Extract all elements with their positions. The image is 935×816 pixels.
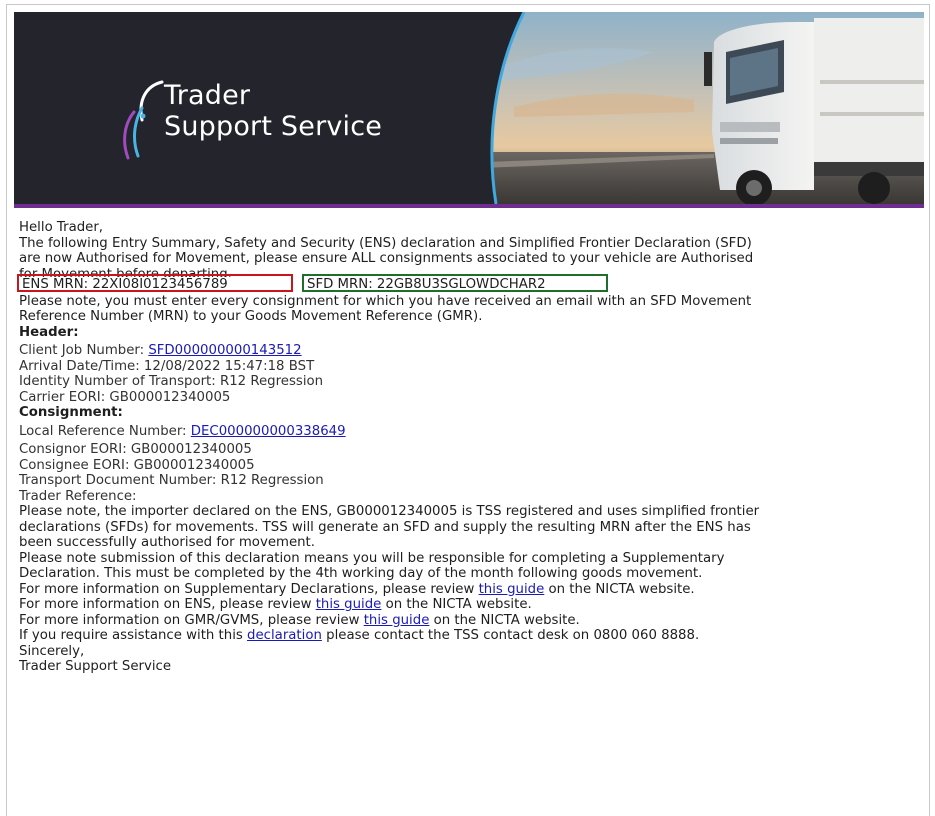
importer-line-2: declarations (SFDs) for movements. TSS w…: [19, 519, 751, 535]
mrn-row: ENS MRN: 22XI08I0123456789 SFD MRN: 22GB…: [17, 273, 934, 294]
gmr-guide-link[interactable]: this guide: [364, 613, 430, 628]
logo-line2: Support Service: [164, 111, 383, 142]
client-job-link[interactable]: SFD000000000143512: [148, 343, 301, 358]
submission-line-2: Declaration. This must be completed by t…: [19, 566, 703, 581]
ens-guide-link[interactable]: this guide: [316, 597, 382, 612]
tss-logo-text: Trader Support Service: [164, 80, 382, 142]
gmr-guide-line: For more information on GMR/GVMS, please…: [19, 613, 934, 629]
consignment-heading: Consignment:: [19, 405, 123, 420]
consignor-eori: Consignor EORI: GB000012340005: [19, 442, 252, 457]
transport-document-number: Transport Document Number: R12 Regressio…: [19, 473, 324, 488]
consignee-eori: Consignee EORI: GB000012340005: [19, 457, 255, 473]
assistance-line: If you require assistance with this decl…: [19, 628, 934, 644]
client-job-number: Client Job Number: SFD000000000143512: [19, 343, 934, 359]
trader-reference: Trader Reference:: [19, 488, 137, 504]
arrival-datetime: Arrival Date/Time: 12/08/2022 15:47:18 B…: [19, 358, 315, 374]
tss-logo-icon: [123, 80, 164, 160]
logo-line1: Trader: [164, 80, 251, 111]
ens-mrn-highlight: ENS MRN: 22XI08I0123456789: [17, 273, 293, 292]
greeting: Hello Trader,: [19, 220, 104, 235]
purple-divider: [14, 204, 924, 208]
ens-guide-line: For more information on ENS, please revi…: [19, 597, 934, 613]
signoff: Sincerely,: [19, 643, 85, 659]
gmr-post-text: on the NICTA website.: [429, 612, 580, 628]
identity-transport: Identity Number of Transport: R12 Regres…: [19, 374, 324, 389]
header-heading: Header:: [19, 324, 79, 340]
assist-post-text: please contact the TSS contact desk on 0…: [321, 628, 700, 643]
lrn-link[interactable]: DEC000000000338649: [191, 424, 346, 439]
supplementary-guide-link[interactable]: this guide: [479, 582, 545, 597]
note-line-1: Please note, you must enter every consig…: [19, 293, 752, 309]
supp-post-text: on the NICTA website.: [544, 581, 695, 597]
local-reference-number: Local Reference Number: DEC0000000003386…: [19, 424, 934, 440]
lrn-label: Local Reference Number:: [19, 423, 191, 439]
carrier-eori: Carrier EORI: GB000012340005: [19, 389, 231, 405]
supp-pre-text: For more information on Supplementary De…: [19, 581, 479, 597]
note-line-2: Reference Number (MRN) to your Goods Mov…: [19, 309, 483, 324]
importer-line-3: been successfully authorised for movemen…: [19, 535, 315, 550]
supplementary-guide-line: For more information on Supplementary De…: [19, 582, 934, 598]
ens-pre-text: For more information on ENS, please revi…: [19, 597, 316, 612]
sfd-mrn-highlight: SFD MRN: 22GB8U3SGLOWDCHAR2: [302, 273, 608, 292]
intro-line-1: The following Entry Summary, Safety and …: [19, 235, 752, 251]
client-job-label: Client Job Number:: [19, 343, 149, 358]
email-body: Hello Trader, The following Entry Summar…: [17, 220, 934, 675]
submission-line-1: Please note submission of this declarati…: [19, 550, 725, 566]
ens-post-text: on the NICTA website.: [381, 597, 532, 612]
gmr-pre-text: For more information on GMR/GVMS, please…: [19, 612, 364, 628]
assist-pre-text: If you require assistance with this: [19, 628, 248, 643]
signature: Trader Support Service: [19, 659, 172, 674]
intro-line-2: are now Authorised for Movement, please …: [19, 251, 754, 266]
importer-line-1: Please note, the importer declared on th…: [19, 504, 760, 519]
declaration-link[interactable]: declaration: [247, 628, 322, 643]
